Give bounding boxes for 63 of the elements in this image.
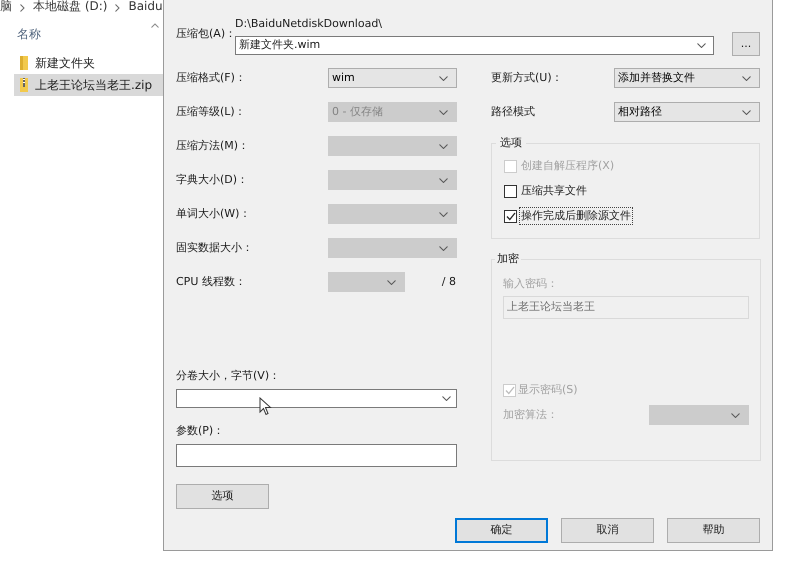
field-label: 输入密码： (503, 276, 559, 292)
volume-size-dropdown[interactable] (176, 389, 457, 408)
breadcrumb-item[interactable]: 本地磁盘 (D:) (33, 0, 108, 12)
mouse-cursor-icon (259, 397, 272, 416)
parameters-field[interactable] (176, 444, 457, 467)
field-label: 参数(P)： (176, 424, 226, 438)
chevron-down-icon (439, 246, 448, 250)
dropdown[interactable]: 相对路径 (614, 102, 760, 122)
dropdown[interactable] (649, 405, 749, 425)
dialog-button[interactable]: 确定 (455, 518, 548, 543)
folder-icon (19, 55, 29, 71)
chevron-down-icon (697, 43, 706, 48)
group-title: 加密 (496, 251, 520, 267)
breadcrumb-item[interactable]: Baidu (128, 0, 163, 12)
field-label: 更新方式(U)： (491, 70, 564, 86)
field-label: 压缩格式(F)： (176, 70, 247, 86)
chevron-down-icon (439, 178, 448, 182)
password-field[interactable]: 上老王论坛当老王 (503, 296, 749, 319)
field-label: 固实数据大小： (176, 240, 254, 256)
field-label: 分卷大小，字节(V)： (176, 369, 282, 383)
chevron-down-icon (439, 76, 448, 80)
checkbox-label[interactable]: 压缩共享文件 (519, 182, 589, 200)
dialog-button[interactable]: 取消 (561, 518, 654, 543)
archive-path: D:\BaiduNetdiskDownload\ (235, 16, 384, 31)
field-label: 单词大小(W)： (176, 206, 252, 222)
field-label: 路径模式 (491, 104, 536, 120)
breadcrumb-item[interactable]: 脑 (0, 0, 12, 12)
chevron-right-icon (20, 4, 25, 12)
file-name: 上老王论坛当老王.zip (35, 77, 152, 94)
chevron-down-icon (439, 110, 448, 114)
dialog-button[interactable]: 帮助 (667, 518, 760, 543)
column-header[interactable]: 名称 (17, 25, 41, 43)
sort-up-icon (151, 23, 159, 28)
chevron-down-icon (442, 396, 451, 401)
chevron-down-icon (731, 412, 740, 418)
chevron-right-icon (115, 4, 120, 12)
file-row[interactable]: 新建文件夹 (14, 52, 163, 74)
field-label: 压缩包(A)： (176, 27, 235, 42)
chevron-down-icon (742, 110, 751, 114)
dropdown[interactable]: wim (328, 68, 457, 88)
file-row[interactable]: 上老王论坛当老王.zip (14, 74, 163, 96)
dropdown[interactable]: 添加并替换文件 (614, 68, 760, 88)
field-label: 加密算法： (503, 406, 558, 423)
checkbox-label[interactable]: 操作完成后删除源文件 (519, 206, 633, 226)
archive-name-field[interactable]: 新建文件夹.wim (235, 36, 714, 55)
field-label: CPU 线程数： (176, 274, 247, 290)
zipped-folder-icon (19, 77, 29, 93)
options-button[interactable]: 选项 (176, 484, 269, 509)
chevron-down-icon (439, 144, 448, 148)
field-label: 字典大小(D)： (176, 172, 250, 188)
chevron-down-icon (742, 76, 751, 80)
chevron-down-icon (439, 212, 448, 216)
file-name: 新建文件夹 (35, 55, 95, 72)
group-title: 选项 (499, 135, 523, 151)
chevron-down-icon (387, 280, 396, 284)
checkbox[interactable] (504, 184, 517, 198)
field-label: 压缩方法(M)： (176, 138, 250, 154)
browse-button[interactable]: ... (732, 32, 760, 56)
checkbox[interactable] (504, 210, 517, 222)
checkmark-icon (506, 212, 516, 220)
field-label: 压缩等级(L)： (176, 104, 247, 120)
checkmark-icon (504, 386, 514, 395)
thread-count: / 8 (442, 274, 456, 290)
